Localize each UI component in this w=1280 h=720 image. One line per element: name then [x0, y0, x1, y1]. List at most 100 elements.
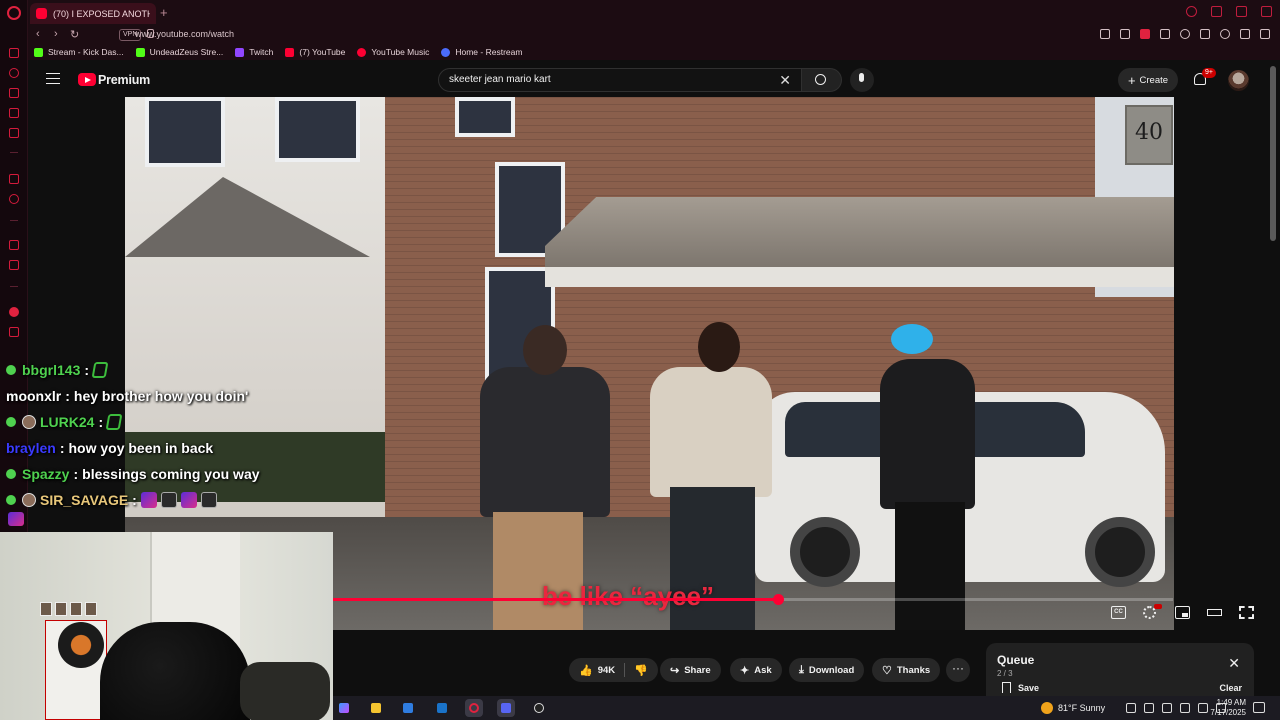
pinboard-icon[interactable]: [9, 327, 19, 337]
search-input[interactable]: skeeter jean mario kart ✕: [438, 68, 802, 92]
outlook-icon[interactable]: [433, 699, 451, 717]
chat-message: Spazzy : blessings coming you way: [6, 466, 260, 482]
address-bar: ‹ › ↻ VPN www.youtube.com/watch: [28, 26, 1280, 44]
youtube-music-icon: [357, 47, 367, 57]
tray-chevron-icon[interactable]: [1126, 703, 1136, 713]
music-icon[interactable]: [9, 128, 19, 138]
thanks-icon: ♡: [882, 664, 892, 677]
more-actions-button[interactable]: ···: [946, 658, 970, 682]
bookmark-item[interactable]: Stream - Kick Das...: [34, 47, 124, 57]
bookmarks-bar: Stream - Kick Das... UndeadZeus Stre... …: [28, 44, 1280, 60]
downloads-icon[interactable]: [1240, 29, 1250, 39]
video-person-durag: [891, 324, 933, 354]
bookmark-item[interactable]: (7) YouTube: [285, 47, 345, 57]
queue-clear-button[interactable]: Clear: [1219, 683, 1242, 693]
clear-search-icon[interactable]: ✕: [779, 72, 791, 89]
file-explorer-icon[interactable]: [367, 699, 385, 717]
volume-icon[interactable]: [1180, 703, 1190, 713]
aria-icon[interactable]: [9, 174, 19, 184]
create-button[interactable]: + Create: [1118, 68, 1178, 92]
progress-bar[interactable]: [333, 594, 1173, 605]
theater-mode-icon[interactable]: [1207, 609, 1222, 616]
like-dislike-button[interactable]: 👍 94K 👎: [569, 658, 658, 682]
miniplayer-icon[interactable]: [1175, 606, 1190, 619]
twitch-icon[interactable]: [9, 240, 19, 250]
vpn-icon[interactable]: [9, 194, 19, 204]
profile-icon[interactable]: [1220, 29, 1230, 39]
search-query[interactable]: skeeter jean mario kart: [449, 74, 551, 85]
sun-icon[interactable]: [1041, 702, 1053, 714]
close-queue-icon[interactable]: ✕: [1228, 655, 1240, 672]
search-tabs-icon[interactable]: [1186, 6, 1197, 17]
building-number-sign: 40: [1125, 105, 1173, 165]
window-controls: [1186, 6, 1272, 17]
bookmark-item[interactable]: UndeadZeus Stre...: [135, 47, 223, 57]
bookmark-label: Home - Restream: [455, 47, 523, 57]
speed-dial-icon[interactable]: [9, 48, 19, 58]
chat-separator: :: [98, 414, 104, 430]
reload-icon[interactable]: ↻: [70, 28, 79, 41]
fullscreen-icon[interactable]: [1239, 606, 1254, 619]
obs-icon[interactable]: [530, 699, 548, 717]
video-window: [455, 97, 515, 137]
download-page-icon[interactable]: [1100, 29, 1110, 39]
queue-save-button[interactable]: Save: [1018, 683, 1039, 693]
weather-widget[interactable]: 81°F Sunny: [1058, 703, 1105, 713]
discord-icon[interactable]: [497, 699, 515, 717]
create-label: Create: [1139, 74, 1169, 86]
thumbs-up-icon[interactable]: 👍: [579, 664, 593, 677]
close-window-icon[interactable]: [1261, 6, 1272, 17]
thumbs-down-icon[interactable]: 👎: [634, 664, 648, 677]
webcam-feed: [0, 532, 333, 720]
page-scrollbar[interactable]: [1270, 66, 1276, 241]
favorites-icon[interactable]: [1180, 29, 1190, 39]
search-button[interactable]: [802, 68, 842, 92]
youtube-premium-logo[interactable]: Premium: [98, 73, 150, 87]
store-icon[interactable]: [399, 699, 417, 717]
copilot-icon[interactable]: [335, 699, 353, 717]
browser-tab[interactable]: (70) I EXPOSED ANOTHER: [30, 3, 156, 24]
bookmark-item[interactable]: YouTube Music: [357, 47, 429, 57]
video-person-head: [523, 325, 567, 375]
history-icon[interactable]: [9, 68, 19, 78]
messenger-icon[interactable]: [9, 108, 19, 118]
bookmark-item[interactable]: Home - Restream: [441, 47, 522, 57]
bookmark-icon[interactable]: [1002, 682, 1011, 693]
new-tab-button[interactable]: +: [160, 5, 168, 20]
chat-separator: :: [73, 466, 79, 482]
player-icon[interactable]: [1160, 29, 1170, 39]
record-icon[interactable]: [9, 307, 19, 317]
opera-gx-icon[interactable]: [465, 699, 483, 717]
video-person-legs: [493, 512, 583, 630]
menu-icon[interactable]: [46, 73, 60, 84]
x-icon[interactable]: [9, 260, 19, 270]
share-button[interactable]: ↪ Share: [660, 658, 721, 682]
ask-button[interactable]: ✦ Ask: [730, 658, 782, 682]
back-icon[interactable]: ‹: [36, 28, 40, 40]
extensions-icon[interactable]: [1200, 29, 1210, 39]
bookmark-item[interactable]: Twitch: [235, 47, 273, 57]
account-avatar[interactable]: [1228, 70, 1249, 91]
video-person-legs: [895, 502, 965, 630]
download-button[interactable]: ⤓ Download: [789, 658, 865, 682]
wallet-icon[interactable]: [9, 88, 19, 98]
youtube-logo-icon[interactable]: [78, 73, 96, 86]
thanks-label: Thanks: [896, 664, 931, 676]
search-icon: [815, 74, 826, 85]
chat-username: bbgrl143: [22, 362, 81, 378]
forward-icon[interactable]: ›: [54, 28, 58, 40]
snapshot-icon[interactable]: [1120, 29, 1130, 39]
tray-app-icon[interactable]: [1144, 703, 1154, 713]
maximize-icon[interactable]: [1236, 6, 1247, 17]
minimize-icon[interactable]: [1211, 6, 1222, 17]
notification-center-icon[interactable]: [1253, 702, 1265, 713]
thanks-button[interactable]: ♡ Thanks: [872, 658, 941, 682]
url-field[interactable]: www.youtube.com/watch: [135, 29, 234, 39]
easy-setup-icon[interactable]: [1260, 29, 1270, 39]
taskbar-clock[interactable]: 1:49 AM 7/17/2025: [1206, 698, 1246, 718]
wifi-icon[interactable]: [1162, 703, 1172, 713]
voice-search-button[interactable]: [850, 68, 874, 92]
subtitles-icon[interactable]: CC: [1111, 606, 1126, 619]
opera-logo-icon[interactable]: [7, 6, 21, 20]
adblock-icon[interactable]: [1140, 29, 1150, 39]
